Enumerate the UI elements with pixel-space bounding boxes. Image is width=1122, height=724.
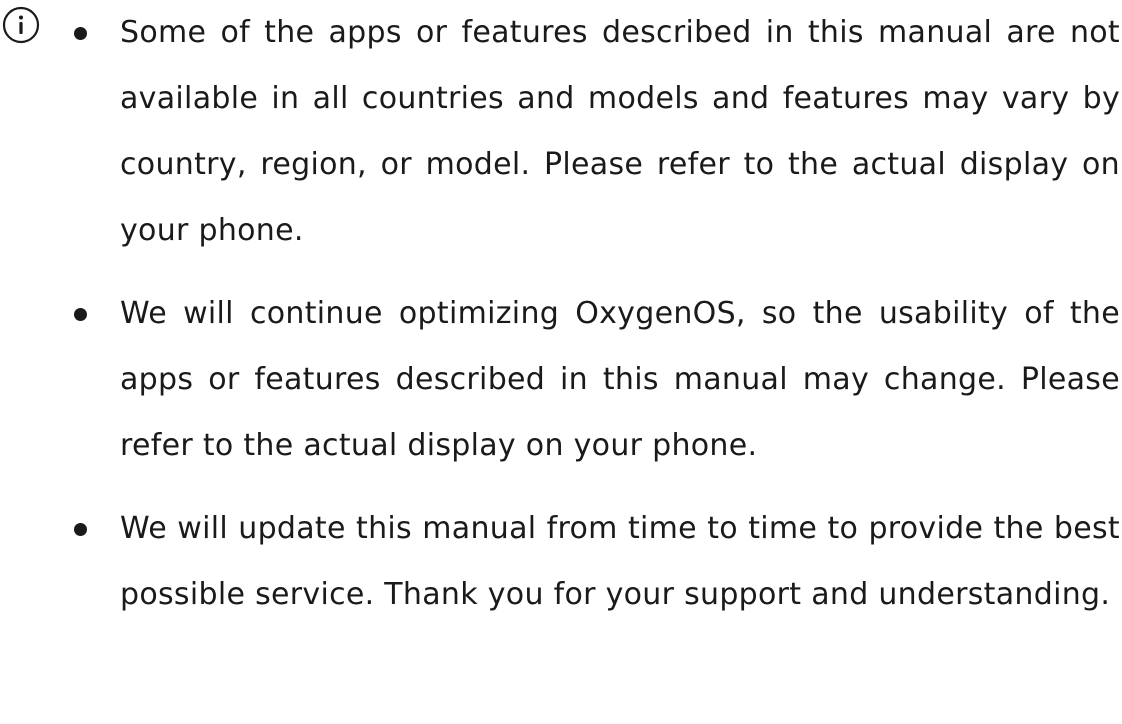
note-text: Some of the apps or features described i… (120, 15, 1120, 248)
bullet (74, 308, 87, 321)
note-item: We will continue optimizing OxygenOS, so… (72, 281, 1120, 479)
bullet (74, 27, 87, 40)
note-item: We will update this manual from time to … (72, 496, 1120, 628)
notes-list: Some of the apps or features described i… (72, 0, 1120, 628)
note-text: We will continue optimizing OxygenOS, so… (120, 296, 1120, 463)
note-text: We will update this manual from time to … (120, 511, 1120, 612)
info-icon (2, 6, 40, 44)
note-item: Some of the apps or features described i… (72, 0, 1120, 264)
bullet (74, 523, 87, 536)
